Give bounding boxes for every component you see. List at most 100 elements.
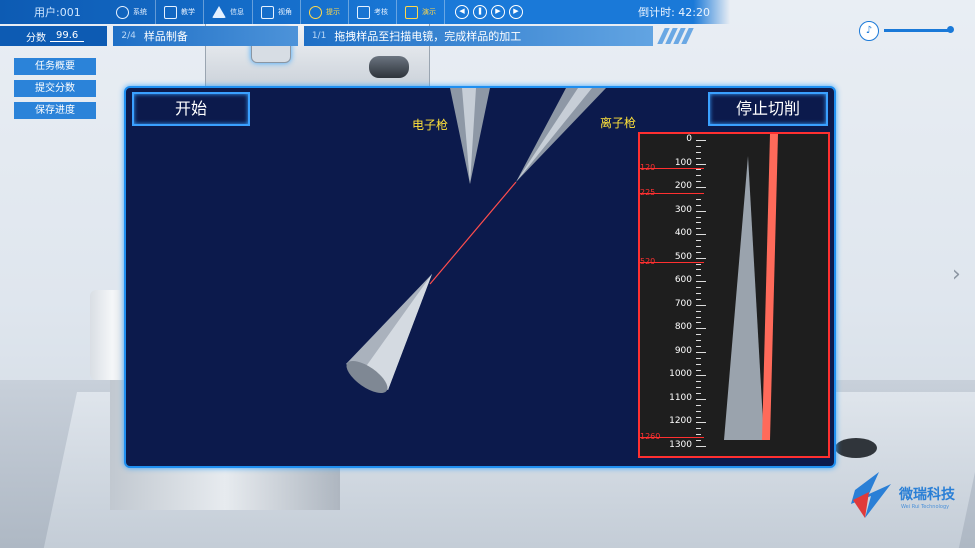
gauge-major-tick [696, 210, 706, 212]
nav-system[interactable]: 系统 [108, 0, 156, 24]
gauge-mark-label: 520 [640, 257, 656, 267]
gauge-minor-tick [696, 416, 701, 418]
gauge-major-tick [696, 257, 706, 259]
status-bar: 分数 99.6 2/4 样品制备 1/1 拖拽样品至扫描电镜，完成样品的加工 [0, 26, 694, 46]
nav-demo[interactable]: 演示 [397, 0, 445, 24]
teaching-icon [164, 5, 177, 19]
gauge-tick-label: 300 [674, 204, 692, 215]
volume-slider-knob[interactable] [947, 26, 954, 33]
save-progress-button[interactable]: 保存进度 [14, 102, 96, 119]
gauge-tick-label: 200 [674, 181, 692, 192]
nav-hint[interactable]: 提示 [301, 0, 349, 24]
gauge-minor-tick [696, 169, 701, 171]
gauge-minor-tick [696, 204, 701, 206]
globe-icon [116, 5, 129, 19]
gauge-major-tick [696, 304, 706, 306]
play-icon[interactable]: ▶ [491, 5, 505, 19]
image-icon [261, 5, 274, 19]
task-fraction: 1/1 [311, 31, 327, 41]
gauge-major-tick [696, 422, 706, 424]
next-page-arrow[interactable]: › [952, 262, 961, 287]
gauge-minor-tick [696, 369, 701, 371]
gauge-tick-label: 1300 [669, 440, 692, 450]
pause-icon[interactable]: ❚ [473, 5, 487, 19]
step-indicator: 2/4 样品制备 [113, 26, 298, 46]
speaker-icon[interactable]: ♪ [859, 21, 879, 41]
gauge-major-tick [696, 187, 706, 189]
gauge-minor-tick [696, 381, 701, 383]
gauge-minor-tick [696, 245, 701, 247]
logo-mark-icon [851, 472, 891, 518]
gauge-mark-label: 120 [640, 163, 656, 173]
warning-icon [212, 6, 226, 18]
gauge-tick-label: 500 [674, 251, 692, 262]
mouse-object [835, 438, 877, 458]
user-label: 用户:001 [34, 6, 81, 19]
start-button[interactable]: 开始 [132, 92, 250, 126]
gauge-minor-tick [696, 145, 701, 147]
nav-info[interactable]: 信息 [204, 0, 253, 24]
gauge-minor-tick [696, 275, 701, 277]
gauge-minor-tick [696, 175, 701, 177]
gauge-minor-tick [696, 393, 701, 395]
gauge-minor-tick [696, 387, 701, 389]
nav-exam-label: 考核 [374, 8, 388, 16]
nav-teaching-label: 教学 [181, 8, 195, 16]
gauge-minor-tick [696, 251, 701, 253]
gauge-minor-tick [696, 345, 701, 347]
nav-teaching[interactable]: 教学 [156, 0, 204, 24]
gauge-major-tick [696, 281, 706, 283]
submit-score-button[interactable]: 提交分数 [14, 80, 96, 97]
gauge-tick-label: 400 [674, 228, 692, 239]
score-block: 分数 99.6 [0, 26, 108, 46]
gauge-tick-label: 100 [674, 157, 692, 168]
stop-cutting-button[interactable]: 停止切削 [708, 92, 828, 126]
company-logo: 微瑞科技 Wei Rui Technology [845, 462, 970, 532]
nav-exam[interactable]: 考核 [349, 0, 397, 24]
nav-view[interactable]: 视角 [253, 0, 301, 24]
gauge-tick-label: 1000 [669, 369, 692, 380]
gauge-minor-tick [696, 263, 701, 265]
gauge-major-tick [696, 446, 706, 447]
step-label: 样品制备 [143, 30, 188, 43]
ion-gun [516, 88, 606, 182]
gauge-minor-tick [696, 310, 701, 312]
rewind-icon[interactable]: ◀ [455, 5, 469, 19]
nav-view-label: 视角 [278, 8, 292, 16]
ion-beam [429, 181, 517, 285]
gauge-major-tick [696, 398, 706, 400]
countdown-timer: 倒计时: 42:20 [638, 6, 710, 19]
gauge-major-tick [696, 351, 706, 353]
nav-info-label: 信息 [230, 8, 244, 16]
gauge-minor-tick [696, 216, 701, 218]
gauge-minor-tick [696, 363, 701, 365]
nav-system-label: 系统 [133, 8, 147, 16]
gauge-minor-tick [696, 316, 701, 318]
score-label: 分数 [26, 32, 46, 44]
top-toolbar: 用户:001 系统 教学 信息 视角 提示 考核 演示 ◀ ❚ ▶ ▶ 倒计时:… [0, 0, 730, 24]
nav-demo-label: 演示 [422, 8, 436, 16]
gauge-tick-label: 900 [674, 345, 692, 356]
gauge-minor-tick [696, 269, 701, 271]
monitor-icon [405, 5, 418, 19]
clipboard-icon [357, 5, 370, 19]
gauge-minor-tick [696, 157, 701, 159]
gauge-tick-label: 1100 [669, 392, 692, 403]
gauge-tick-label: 800 [674, 322, 692, 333]
gauge-minor-tick [696, 410, 701, 412]
task-summary-button[interactable]: 任务概要 [14, 58, 96, 75]
media-controls: ◀ ❚ ▶ ▶ [445, 5, 533, 19]
gauge-minor-tick [696, 293, 701, 294]
task-indicator: 1/1 拖拽样品至扫描电镜，完成样品的加工 [303, 26, 653, 46]
nav-hint-label: 提示 [326, 8, 340, 16]
gauge-minor-tick [696, 198, 701, 200]
step-fraction: 2/4 [121, 31, 136, 41]
gauge-minor-tick [696, 334, 701, 336]
gauge-tick-label: 600 [674, 275, 692, 286]
gauge-major-tick [696, 140, 706, 141]
ion-gun-label: 离子枪 [600, 116, 637, 130]
gauge-major-tick [696, 375, 706, 377]
forward-icon[interactable]: ▶ [509, 5, 523, 19]
score-value: 99.6 [50, 30, 85, 42]
volume-slider[interactable] [884, 29, 952, 32]
